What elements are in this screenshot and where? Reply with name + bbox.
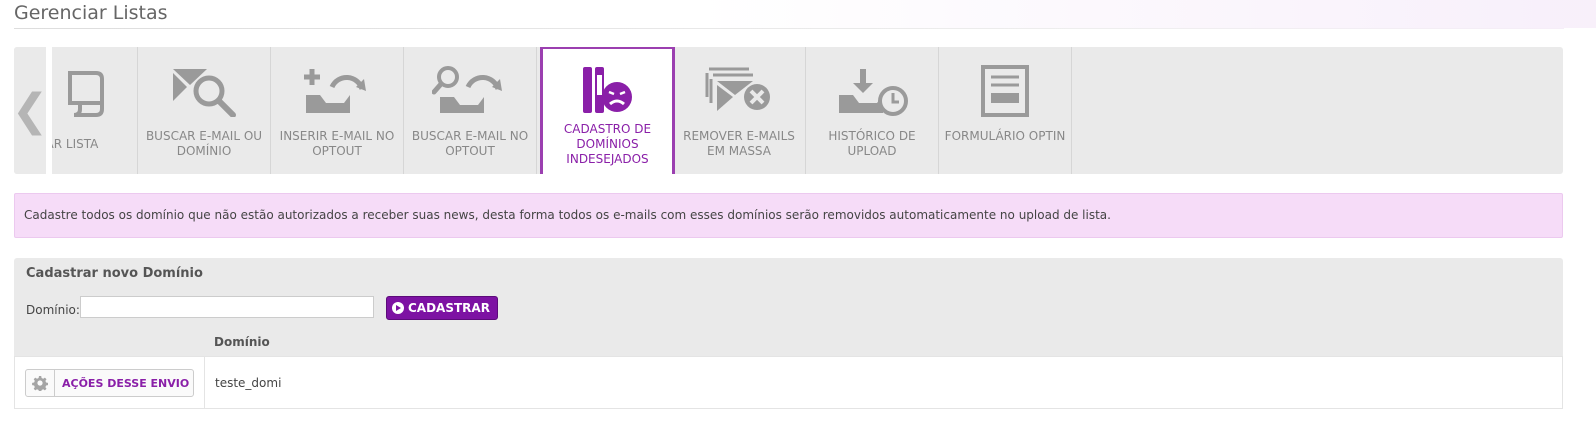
carousel-prev-button[interactable]: ❮ bbox=[14, 47, 48, 174]
row-actions-button[interactable]: AÇÕES DESSE ENVIO bbox=[25, 369, 194, 397]
gear-icon bbox=[26, 370, 55, 396]
inbox-add-icon bbox=[271, 65, 403, 117]
inbox-search-icon bbox=[404, 65, 536, 117]
tab-buscar-email-dominio[interactable]: BUSCAR E-MAIL OU DOMÍNIO bbox=[138, 47, 271, 174]
tab-label: FORMULÁRIO OPTIN bbox=[944, 129, 1066, 143]
cadastrar-button[interactable]: CADASTRAR bbox=[386, 296, 498, 320]
tab-label: HISTÓRICO DE UPLOAD bbox=[828, 129, 916, 158]
tab-buscar-email-optout[interactable]: BUSCAR E-MAIL NO OPTOUT bbox=[404, 47, 537, 174]
tab-formulario-optin[interactable]: FORMULÁRIO OPTIN bbox=[939, 47, 1072, 174]
envelope-search-icon bbox=[138, 65, 270, 117]
tab-label: IAR LISTA bbox=[42, 137, 99, 151]
tab-label: CADASTRO DE DOMÍNIOS INDESEJADOS bbox=[563, 122, 652, 166]
tab-label: BUSCAR E-MAIL NO OPTOUT bbox=[411, 129, 529, 158]
table-row: AÇÕES DESSE ENVIO teste_domi bbox=[14, 356, 1563, 409]
domain-input[interactable] bbox=[80, 296, 374, 318]
cell-divider bbox=[204, 357, 205, 408]
tab-label: INSERIR E-MAIL NO OPTOUT bbox=[279, 129, 395, 158]
tab-bar: ❮ IAR LISTA BUSCAR E-MAIL OU DOMÍNIO INS… bbox=[14, 47, 1563, 174]
cadastrar-button-label: CADASTRAR bbox=[408, 301, 490, 315]
title-divider bbox=[14, 28, 1564, 29]
page-title: Gerenciar Listas bbox=[14, 2, 168, 24]
blocked-domain-icon bbox=[543, 65, 672, 117]
tab-label: REMOVER E-MAILS EM MASSA bbox=[683, 129, 795, 158]
tab-historico-upload[interactable]: HISTÓRICO DE UPLOAD bbox=[806, 47, 939, 174]
play-circle-icon bbox=[392, 302, 404, 314]
info-alert: Cadastre todos os domínio que não estão … bbox=[14, 193, 1563, 238]
upload-history-icon bbox=[806, 65, 938, 117]
tab-remover-emails-massa[interactable]: REMOVER E-MAILS EM MASSA bbox=[673, 47, 806, 174]
tab-inserir-email-optout[interactable]: INSERIR E-MAIL NO OPTOUT bbox=[271, 47, 404, 174]
tab-label: BUSCAR E-MAIL OU DOMÍNIO bbox=[145, 129, 263, 158]
panel-title: Cadastrar novo Domínio bbox=[26, 266, 203, 281]
domain-cell: teste_domi bbox=[215, 376, 282, 390]
carousel-divider bbox=[46, 47, 52, 174]
tab-cadastro-dominios-indesejados[interactable]: CADASTRO DE DOMÍNIOS INDESEJADOS bbox=[540, 47, 675, 174]
domain-field-label: Domínio: bbox=[26, 303, 80, 317]
header-glow bbox=[696, 0, 1596, 28]
form-icon bbox=[939, 65, 1071, 117]
envelopes-remove-icon bbox=[673, 65, 805, 117]
row-actions-label: AÇÕES DESSE ENVIO bbox=[62, 376, 190, 390]
new-domain-panel: Cadastrar novo Domínio Domínio: CADASTRA… bbox=[14, 258, 1563, 357]
column-header-dominio: Domínio bbox=[214, 335, 270, 349]
